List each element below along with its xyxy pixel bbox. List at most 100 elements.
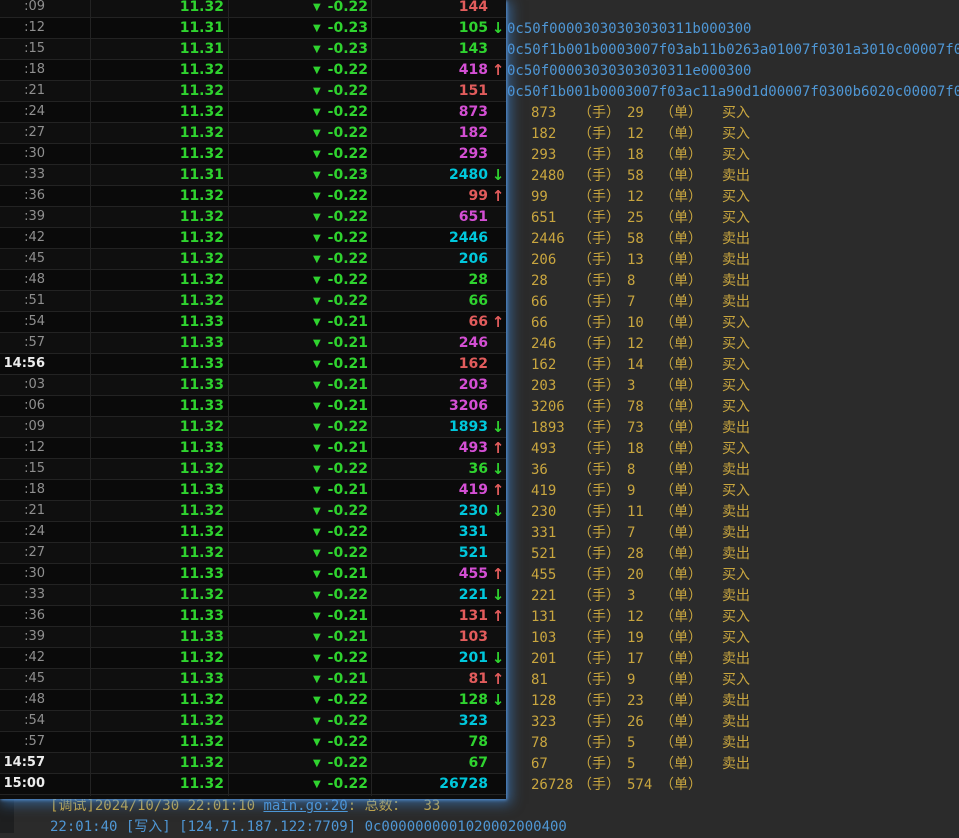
trade-volume: 3206	[531, 397, 578, 418]
trade-direction: 买入	[722, 670, 750, 691]
lots-label: （手）	[578, 754, 627, 775]
tick-row[interactable]: :1211.31▼-0.23105↓	[0, 18, 506, 39]
orders-label: （单）	[660, 649, 722, 670]
down-triangle-icon: ▼	[313, 653, 321, 664]
down-arrow-icon: ↓	[490, 690, 506, 710]
change-cell: ▼-0.21	[228, 375, 371, 397]
orders-label: （单）	[660, 292, 722, 313]
tick-row[interactable]: :1511.31▼-0.23143	[0, 39, 506, 60]
tick-row[interactable]: :0611.33▼-0.213206	[0, 396, 506, 417]
tick-row[interactable]: :3611.33▼-0.21131↑	[0, 606, 506, 627]
trade-volume: 2446	[531, 229, 578, 250]
change-cell: ▼-0.22	[228, 144, 371, 166]
trade-volume: 36	[531, 460, 578, 481]
time-cell: :36	[0, 606, 90, 628]
change-cell: ▼-0.22	[228, 228, 371, 250]
tick-row[interactable]: :1811.32▼-0.22418↑	[0, 60, 506, 81]
log-timestamp: [调试]2024/10/30 22:01:10	[50, 798, 263, 814]
tick-row[interactable]: :0311.33▼-0.21203	[0, 375, 506, 396]
volume-cell: 293	[371, 144, 506, 166]
tick-row[interactable]: :5711.33▼-0.21246	[0, 333, 506, 354]
lots-label: （手）	[578, 607, 627, 628]
tick-row[interactable]: :2711.32▼-0.22182	[0, 123, 506, 144]
lots-label: （手）	[578, 439, 627, 460]
volume-cell: 3206	[371, 396, 506, 418]
trade-order-count: 12	[627, 334, 660, 355]
tick-row[interactable]: :3311.32▼-0.22221↓	[0, 585, 506, 606]
tick-row[interactable]: :4811.32▼-0.2228	[0, 270, 506, 291]
tick-row[interactable]: :2411.32▼-0.22873	[0, 102, 506, 123]
time-cell: 14:57	[0, 753, 90, 775]
time-cell: :45	[0, 249, 90, 271]
tick-row[interactable]: :3011.33▼-0.21455↑	[0, 564, 506, 585]
down-arrow-icon: ↓	[490, 18, 506, 38]
volume-cell: 131↑	[371, 606, 506, 628]
time-cell: :57	[0, 333, 90, 355]
trade-volume: 651	[531, 208, 578, 229]
tick-row[interactable]: :5411.32▼-0.22323	[0, 711, 506, 732]
volume-cell: 418↑	[371, 60, 506, 82]
orders-label: （单）	[660, 376, 722, 397]
price-cell: 11.32	[90, 123, 228, 145]
source-file-link[interactable]: main.go:20	[263, 798, 347, 814]
trade-volume: 293	[531, 145, 578, 166]
tick-row[interactable]: :1811.33▼-0.21419↑	[0, 480, 506, 501]
tick-row[interactable]: :2711.32▼-0.22521	[0, 543, 506, 564]
time-cell: :21	[0, 501, 90, 523]
lots-label: （手）	[578, 145, 627, 166]
price-cell: 11.32	[90, 102, 228, 124]
tick-row[interactable]: :4211.32▼-0.22201↓	[0, 648, 506, 669]
tick-row[interactable]: :4511.32▼-0.22206	[0, 249, 506, 270]
tick-row[interactable]: :0911.32▼-0.22144	[0, 0, 506, 18]
tick-row[interactable]: :2111.32▼-0.22230↓	[0, 501, 506, 522]
lots-label: （手）	[578, 250, 627, 271]
down-triangle-icon: ▼	[313, 191, 321, 202]
tick-row[interactable]: :5411.33▼-0.2166↑	[0, 312, 506, 333]
tick-row[interactable]: :5711.32▼-0.2278	[0, 732, 506, 753]
tick-row[interactable]: 14:5611.33▼-0.21162	[0, 354, 506, 375]
volume-cell: 151	[371, 81, 506, 103]
tick-row[interactable]: :1211.33▼-0.21493↑	[0, 438, 506, 459]
tick-row[interactable]: :0911.32▼-0.221893↓	[0, 417, 506, 438]
trade-direction: 买入	[722, 103, 750, 124]
tick-row[interactable]: :3311.31▼-0.232480↓	[0, 165, 506, 186]
price-cell: 11.32	[90, 648, 228, 670]
trade-order-count: 19	[627, 628, 660, 649]
tick-row[interactable]: :4811.32▼-0.22128↓	[0, 690, 506, 711]
trade-order-count: 78	[627, 397, 660, 418]
trade-direction: 卖出	[722, 229, 750, 250]
change-cell: ▼-0.21	[228, 606, 371, 628]
volume-cell: 206	[371, 249, 506, 271]
tick-row[interactable]: :5111.32▼-0.2266	[0, 291, 506, 312]
tick-row[interactable]: 14:5711.32▼-0.2267	[0, 753, 506, 774]
orders-label: （单）	[660, 145, 722, 166]
price-cell: 11.33	[90, 606, 228, 628]
tick-row[interactable]: :1511.32▼-0.2236↓	[0, 459, 506, 480]
tick-row[interactable]: :3911.33▼-0.21103	[0, 627, 506, 648]
trade-order-count: 20	[627, 565, 660, 586]
trade-order-count: 7	[627, 292, 660, 313]
down-arrow-icon: ↓	[490, 459, 506, 479]
tick-row[interactable]: :2411.32▼-0.22331	[0, 522, 506, 543]
volume-cell: 2446	[371, 228, 506, 250]
change-cell: ▼-0.22	[228, 60, 371, 82]
trade-order-count: 11	[627, 502, 660, 523]
change-cell: ▼-0.23	[228, 165, 371, 187]
trade-volume: 455	[531, 565, 578, 586]
price-cell: 11.32	[90, 732, 228, 754]
tick-table-window: :0911.32▼-0.22144:1211.31▼-0.23105↓:1511…	[0, 0, 506, 799]
tick-row[interactable]: :2111.32▼-0.22151	[0, 81, 506, 102]
tick-row[interactable]: :4511.33▼-0.2181↑	[0, 669, 506, 690]
trade-order-count: 5	[627, 733, 660, 754]
tick-row[interactable]: :3611.32▼-0.2299↑	[0, 186, 506, 207]
trade-order-count: 7	[627, 523, 660, 544]
trade-volume: 331	[531, 523, 578, 544]
trade-volume: 162	[531, 355, 578, 376]
tick-row[interactable]: :3911.32▼-0.22651	[0, 207, 506, 228]
trade-volume: 230	[531, 502, 578, 523]
lots-label: （手）	[578, 733, 627, 754]
tick-row[interactable]: :4211.32▼-0.222446	[0, 228, 506, 249]
tick-row[interactable]: :3011.32▼-0.22293	[0, 144, 506, 165]
tick-row[interactable]: 15:0011.32▼-0.2226728	[0, 774, 506, 795]
trade-order-count: 23	[627, 691, 660, 712]
